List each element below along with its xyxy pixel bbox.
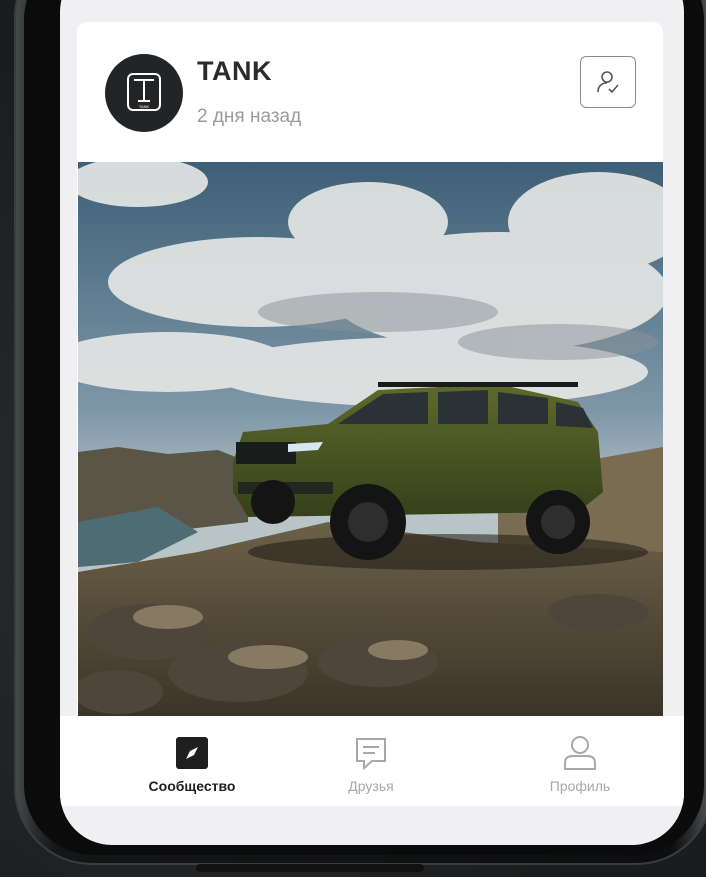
tank-logo-avatar[interactable]: TANK [105,54,183,132]
tab-friends[interactable]: Друзья [301,734,441,794]
tank-logo-icon: TANK [127,73,161,111]
tab-community[interactable]: Сообщество [122,734,262,794]
person-icon [564,736,596,770]
tab-profile[interactable]: Профиль [510,734,650,794]
post-author-name[interactable]: TANK [197,56,272,87]
tab-community-label: Сообщество [148,778,236,794]
bottom-tab-bar: Сообщество Друзья Профиль [60,716,684,806]
compass-icon [176,737,208,769]
tab-friends-label: Друзья [348,778,394,794]
user-check-icon [597,71,619,94]
follow-button[interactable] [580,56,636,108]
post-card: TANK TANK 2 дня назад [77,22,663,720]
post-image[interactable] [78,162,663,716]
tab-profile-label: Профиль [549,778,611,794]
post-timestamp: 2 дня назад [197,106,302,127]
phone-screen: TANK TANK 2 дня назад Сообщество Друзья … [60,0,684,845]
suv-landscape-image [78,162,663,716]
chat-icon [356,738,386,771]
svg-text:TANK: TANK [139,104,150,109]
home-indicator[interactable] [196,864,424,872]
